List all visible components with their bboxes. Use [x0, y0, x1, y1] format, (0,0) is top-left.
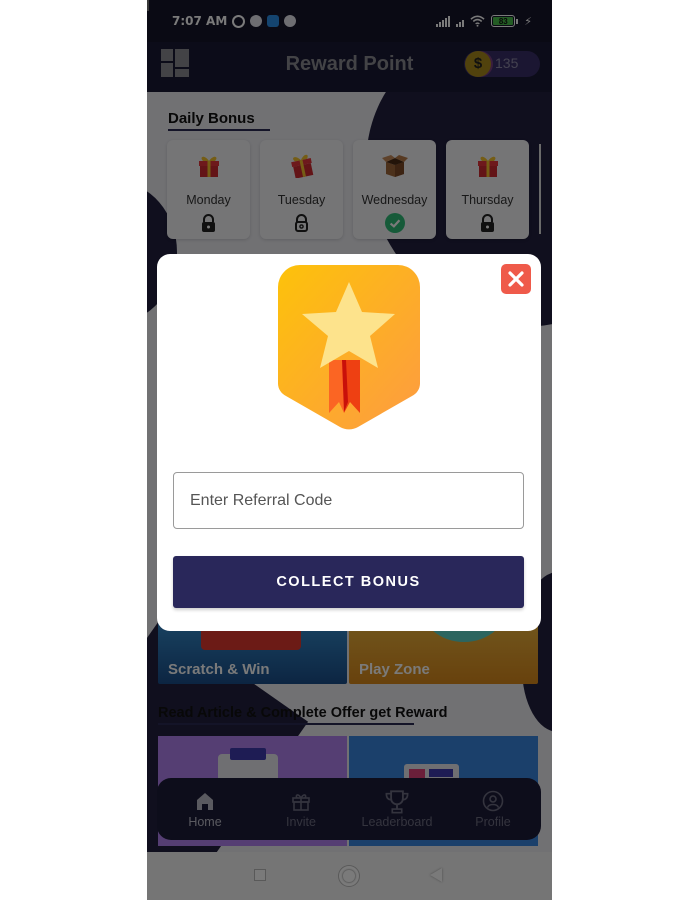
star-ribbon-badge-icon [278, 265, 420, 430]
referral-code-input[interactable] [173, 472, 524, 529]
close-icon [508, 271, 524, 287]
close-button[interactable] [501, 264, 531, 294]
collect-bonus-button[interactable]: COLLECT BONUS [173, 556, 524, 608]
phone-screen: 7:07 AM 83 ⚡ Reward Point $ [147, 0, 552, 900]
referral-bonus-dialog: COLLECT BONUS [157, 254, 541, 631]
